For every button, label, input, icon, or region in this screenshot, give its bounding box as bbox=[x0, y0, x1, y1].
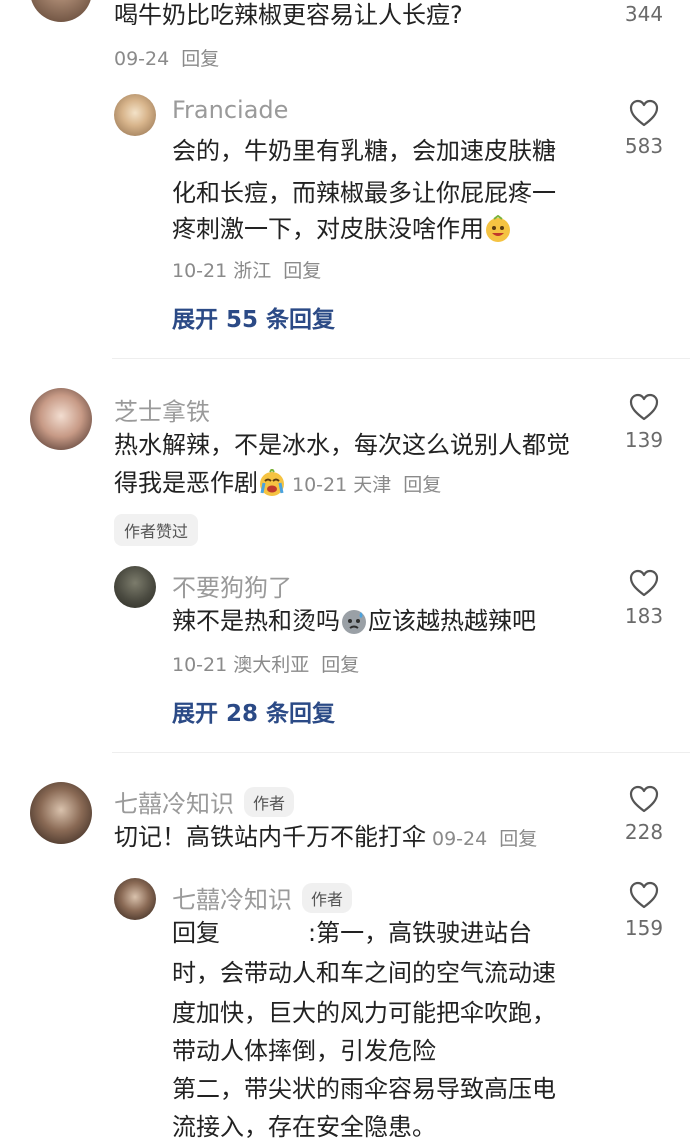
reply-button[interactable]: 回复 bbox=[403, 474, 441, 496]
reply-text: 辣不是热和烫吗 bbox=[172, 607, 340, 635]
heart-outline-icon bbox=[629, 881, 659, 909]
like-count: 228 bbox=[624, 820, 664, 844]
comment-text-with-meta: 切记！高铁站内千万不能打伞 09-24 回复 bbox=[114, 816, 537, 860]
reply-button[interactable]: 回复 bbox=[499, 828, 537, 850]
like-button[interactable]: 228 bbox=[614, 784, 674, 844]
like-count: 159 bbox=[624, 916, 664, 940]
reply-text: 应该越热越辣吧 bbox=[368, 607, 536, 635]
comment-text-line: 热水解辣，不是冰水，每次这么说别人都觉 bbox=[114, 431, 570, 459]
like-button[interactable]: 139 bbox=[614, 392, 674, 452]
reply-text-line: 疼刺激一下，对皮肤没啥作用 bbox=[172, 215, 484, 243]
comment-date: 10-21 bbox=[292, 474, 348, 496]
like-count: 139 bbox=[624, 428, 664, 452]
avatar[interactable] bbox=[114, 566, 156, 608]
reply-button[interactable]: 回复 bbox=[283, 260, 321, 282]
reply-text-line: 带动人体摔倒，引发危险 bbox=[172, 1037, 436, 1065]
reply-text-line: 第二，带尖状的雨伞容易导致高压电 bbox=[172, 1075, 556, 1103]
avatar[interactable] bbox=[30, 782, 92, 844]
reply-text-line: 回复 :第一，高铁驶进站台 bbox=[172, 912, 532, 954]
divider bbox=[112, 752, 690, 753]
heart-outline-icon bbox=[629, 393, 659, 421]
grin-emoji-icon bbox=[486, 215, 510, 242]
heart-outline-icon bbox=[629, 99, 659, 127]
avatar[interactable] bbox=[30, 0, 92, 22]
reply-text-line-with-emoji: 疼刺激一下，对皮肤没啥作用 bbox=[172, 208, 512, 250]
comment-date: 09-24 bbox=[114, 48, 170, 70]
like-count: 583 bbox=[624, 134, 664, 158]
comment-date: 09-24 bbox=[432, 828, 488, 850]
reply-date: 10-21 bbox=[172, 260, 228, 282]
like-button[interactable]: 583 bbox=[614, 98, 674, 158]
heart-outline-icon bbox=[629, 569, 659, 597]
heart-outline-icon bbox=[629, 785, 659, 813]
comment-location: 天津 bbox=[353, 474, 392, 496]
reply-author-name-row: 七囍冷知识 作者 bbox=[172, 880, 353, 915]
comment-meta: 09-24 回复 bbox=[432, 828, 537, 850]
avatar[interactable] bbox=[30, 388, 92, 450]
author-badge: 作者 bbox=[302, 883, 353, 913]
sweat-emoji-icon bbox=[342, 610, 366, 634]
reply-text-line: 辣不是热和烫吗 应该越热越辣吧 bbox=[172, 600, 536, 642]
comment-text-line: 得我是恶作剧 bbox=[114, 469, 258, 497]
reply-prefix: 回复 bbox=[172, 919, 220, 947]
comment-author-name-row: 七囍冷知识 作者 bbox=[114, 784, 295, 819]
comment-text: 切记！高铁站内千万不能打伞 bbox=[114, 823, 426, 851]
reply-button[interactable]: 回复 bbox=[321, 654, 359, 676]
comment-text: 喝牛奶比吃辣椒更容易让人长痘? bbox=[114, 1, 463, 29]
reply-text-line: 度加快，巨大的风力可能把伞吹跑， bbox=[172, 999, 556, 1027]
reply-location: 浙江 bbox=[233, 260, 272, 282]
reply-meta: 10-21 浙江 回复 bbox=[172, 256, 321, 283]
like-count: 344 bbox=[624, 2, 664, 26]
crying-emoji-icon bbox=[260, 469, 284, 496]
reply-button[interactable]: 回复 bbox=[181, 48, 219, 70]
like-button[interactable]: 183 bbox=[614, 568, 674, 628]
reply-author-name[interactable]: 不要狗狗了 bbox=[172, 568, 292, 603]
reply-date: 10-21 bbox=[172, 654, 228, 676]
expand-replies-button[interactable]: 展开 55 条回复 bbox=[172, 300, 335, 334]
like-count: 183 bbox=[624, 604, 664, 628]
divider bbox=[112, 358, 690, 359]
reply-author-name[interactable]: Franciade bbox=[172, 96, 288, 124]
avatar[interactable] bbox=[114, 878, 156, 920]
reply-text-line: 会的，牛奶里有乳糖，会加速皮肤糖 bbox=[172, 137, 556, 165]
avatar[interactable] bbox=[114, 94, 156, 136]
reply-text-line: 时，会带动人和车之间的空气流动速 bbox=[172, 959, 556, 987]
reply-meta: 10-21 澳大利亚 回复 bbox=[172, 650, 359, 677]
reply-text-line: 流接入，存在安全隐患。 bbox=[172, 1113, 436, 1141]
author-liked-badge: 作者赞过 bbox=[114, 514, 199, 546]
reply-author-name[interactable]: 七囍冷知识 bbox=[172, 886, 292, 914]
comment-text-line-with-meta: 得我是恶作剧 10-21 天津 回复 bbox=[114, 462, 441, 506]
comment-meta: 10-21 天津 回复 bbox=[292, 474, 441, 496]
author-badge: 作者 bbox=[244, 787, 295, 817]
reply-text: :第一，高铁驶进站台 bbox=[308, 919, 533, 947]
comment-meta: 09-24 回复 bbox=[114, 44, 219, 71]
like-button[interactable]: 159 bbox=[614, 880, 674, 940]
reply-location: 澳大利亚 bbox=[233, 654, 310, 676]
like-button[interactable]: 344 bbox=[614, 2, 674, 26]
comment-author-name[interactable]: 七囍冷知识 bbox=[114, 790, 234, 818]
expand-replies-button[interactable]: 展开 28 条回复 bbox=[172, 694, 335, 728]
comment-author-name[interactable]: 芝士拿铁 bbox=[114, 392, 210, 427]
